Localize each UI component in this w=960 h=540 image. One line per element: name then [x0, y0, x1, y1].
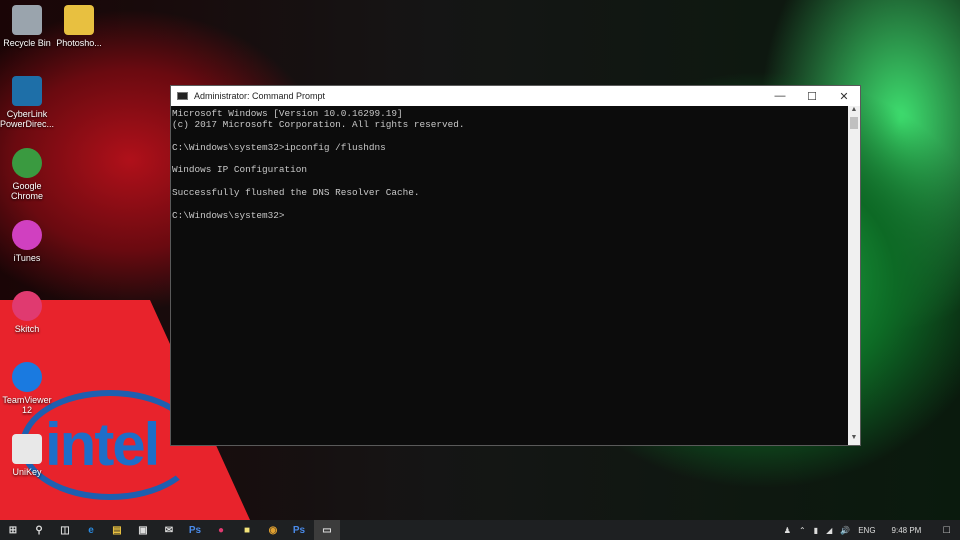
desktop-icon-label: Recycle Bin — [3, 38, 51, 48]
desktop-icon-label: Skitch — [14, 324, 40, 334]
taskbar-command-prompt-button[interactable]: ▭ — [314, 520, 340, 540]
edge-icon: e — [88, 524, 94, 536]
desktop-icon-label: CyberLink PowerDirec... — [0, 109, 55, 129]
sticky-notes-icon: ■ — [243, 524, 251, 536]
chrome-icon: ◉ — [268, 524, 278, 536]
mail-icon: ✉ — [164, 524, 174, 536]
taskbar-skitch-button[interactable]: ● — [208, 520, 234, 540]
window-title: Administrator: Command Prompt — [194, 91, 326, 101]
desktop-icon-itunes[interactable]: iTunes — [0, 220, 54, 263]
taskbar-start-button[interactable]: ⊞ — [0, 520, 26, 540]
desktop-icon-unikey[interactable]: UniKey — [0, 434, 54, 477]
console-line: Successfully flushed the DNS Resolver Ca… — [172, 187, 420, 199]
action-center-icon[interactable]: □ — [943, 524, 950, 536]
title-bar[interactable]: Administrator: Command Prompt — ☐ ✕ — [171, 86, 860, 106]
volume-icon[interactable]: 🔊 — [840, 526, 850, 535]
desktop-icon-label: UniKey — [12, 467, 42, 477]
chrome-icon — [12, 148, 42, 178]
photoshop-2-icon: Ps — [292, 524, 306, 536]
show-hidden-icons-icon[interactable]: ⌃ — [799, 526, 806, 535]
taskbar-search-button[interactable]: ⚲ — [26, 520, 52, 540]
console-line: (c) 2017 Microsoft Corporation. All righ… — [172, 119, 465, 131]
taskbar-edge-button[interactable]: e — [78, 520, 104, 540]
close-button[interactable]: ✕ — [828, 90, 860, 103]
taskbar-chrome-button[interactable]: ◉ — [260, 520, 286, 540]
scroll-up-icon[interactable]: ▲ — [848, 106, 860, 117]
taskbar-task-view-button[interactable]: ◫ — [52, 520, 78, 540]
desktop-icon-label: TeamViewer 12 — [2, 395, 52, 415]
taskbar-photoshop-2-button[interactable]: Ps — [286, 520, 312, 540]
recycle-bin-icon — [12, 5, 42, 35]
desktop-icon-label: Google Chrome — [10, 181, 43, 201]
start-icon: ⊞ — [8, 524, 18, 536]
wifi-icon[interactable]: ◢ — [826, 526, 832, 535]
clock[interactable]: 9:48 PM — [892, 526, 922, 535]
minimize-button[interactable]: — — [764, 90, 796, 102]
command-prompt-window[interactable]: Administrator: Command Prompt — ☐ ✕ Micr… — [170, 85, 861, 446]
scroll-down-icon[interactable]: ▼ — [848, 434, 860, 445]
unikey-icon — [12, 434, 42, 464]
skitch-icon: ● — [217, 524, 225, 536]
taskbar-file-explorer-button[interactable]: ▤ — [104, 520, 130, 540]
scroll-thumb[interactable] — [850, 117, 858, 129]
taskbar-photoshop-button[interactable]: Ps — [182, 520, 208, 540]
battery-icon[interactable]: ▮ — [814, 526, 818, 535]
language-indicator[interactable]: ENG — [858, 526, 875, 535]
console-line: C:\Windows\system32>ipconfig /flushdns — [172, 141, 386, 153]
file-explorer-icon: ▤ — [112, 524, 122, 536]
taskbar-mail-button[interactable]: ✉ — [156, 520, 182, 540]
desktop-icon-chrome[interactable]: Google Chrome — [0, 148, 54, 201]
teamviewer-icon — [12, 362, 42, 392]
desktop-icon-teamviewer[interactable]: TeamViewer 12 — [0, 362, 54, 415]
desktop-icon-label: Photosho... — [56, 38, 102, 48]
taskbar-store-button[interactable]: ▣ — [130, 520, 156, 540]
taskbar: ⊞ ⚲ ◫ e ▤ ▣ ✉ Ps ● ■ ◉ Ps ▭ ♟ ⌃ ▮ ◢ 🔊 ENG 9:48 PM □ — [0, 520, 960, 540]
intel-logo: intel — [45, 411, 160, 478]
desktop-icon-powerdirector[interactable]: CyberLink PowerDirec... — [0, 76, 54, 129]
console-output[interactable]: Microsoft Windows [Version 10.0.16299.19… — [171, 106, 848, 445]
console-line: Microsoft Windows [Version 10.0.16299.19… — [172, 108, 403, 119]
people-icon[interactable]: ♟ — [784, 526, 791, 535]
store-icon: ▣ — [138, 524, 148, 536]
search-icon: ⚲ — [35, 524, 43, 536]
maximize-button[interactable]: ☐ — [796, 90, 828, 103]
powerdirector-icon — [12, 76, 42, 106]
taskbar-sticky-notes-button[interactable]: ■ — [234, 520, 260, 540]
desktop-icon-recycle-bin[interactable]: Recycle Bin — [0, 5, 54, 48]
folder-icon — [64, 5, 94, 35]
console-line: C:\Windows\system32> — [172, 209, 285, 221]
command-prompt-icon: ▭ — [322, 524, 332, 536]
photoshop-icon: Ps — [188, 524, 202, 536]
vertical-scrollbar[interactable]: ▲ ▼ — [848, 106, 860, 445]
desktop-icon-skitch[interactable]: Skitch — [0, 291, 54, 334]
console-line: Windows IP Configuration — [172, 164, 308, 176]
system-tray: ♟ ⌃ ▮ ◢ 🔊 ENG 9:48 PM □ — [784, 520, 960, 540]
cmd-icon — [177, 92, 188, 100]
desktop-icon-label: iTunes — [13, 253, 41, 263]
desktop-icon-folder[interactable]: Photosho... — [52, 5, 106, 48]
itunes-icon — [12, 220, 42, 250]
skitch-icon — [12, 291, 42, 321]
task-view-icon: ◫ — [60, 524, 70, 536]
